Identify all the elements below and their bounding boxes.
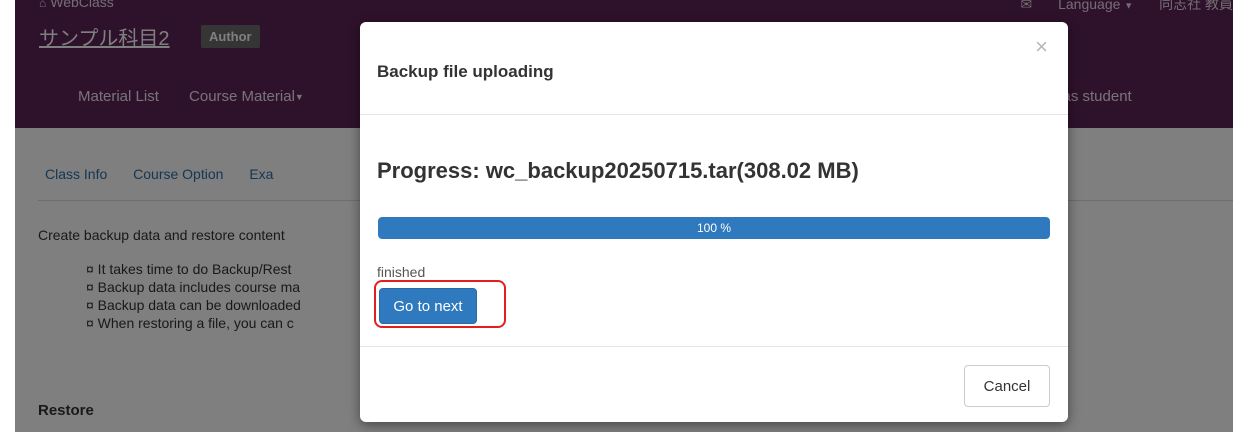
progress-heading: Progress: wc_backup20250715.tar(308.02 M… <box>377 158 859 183</box>
progress-bar: 100 % <box>378 217 1050 239</box>
progress-fill: 100 % <box>378 217 1050 239</box>
modal-title: Backup file uploading <box>377 62 554 81</box>
status-text: finished <box>377 264 426 280</box>
go-to-next-button[interactable]: Go to next <box>379 288 477 324</box>
progress-label: 100 % <box>696 221 732 235</box>
modal-footer-divider <box>360 346 1068 347</box>
cancel-button[interactable]: Cancel <box>964 365 1050 407</box>
modal-header: Backup file uploading × <box>360 22 1068 115</box>
close-icon[interactable]: × <box>1035 36 1048 58</box>
upload-modal: Backup file uploading × Progress: wc_bac… <box>360 22 1068 422</box>
